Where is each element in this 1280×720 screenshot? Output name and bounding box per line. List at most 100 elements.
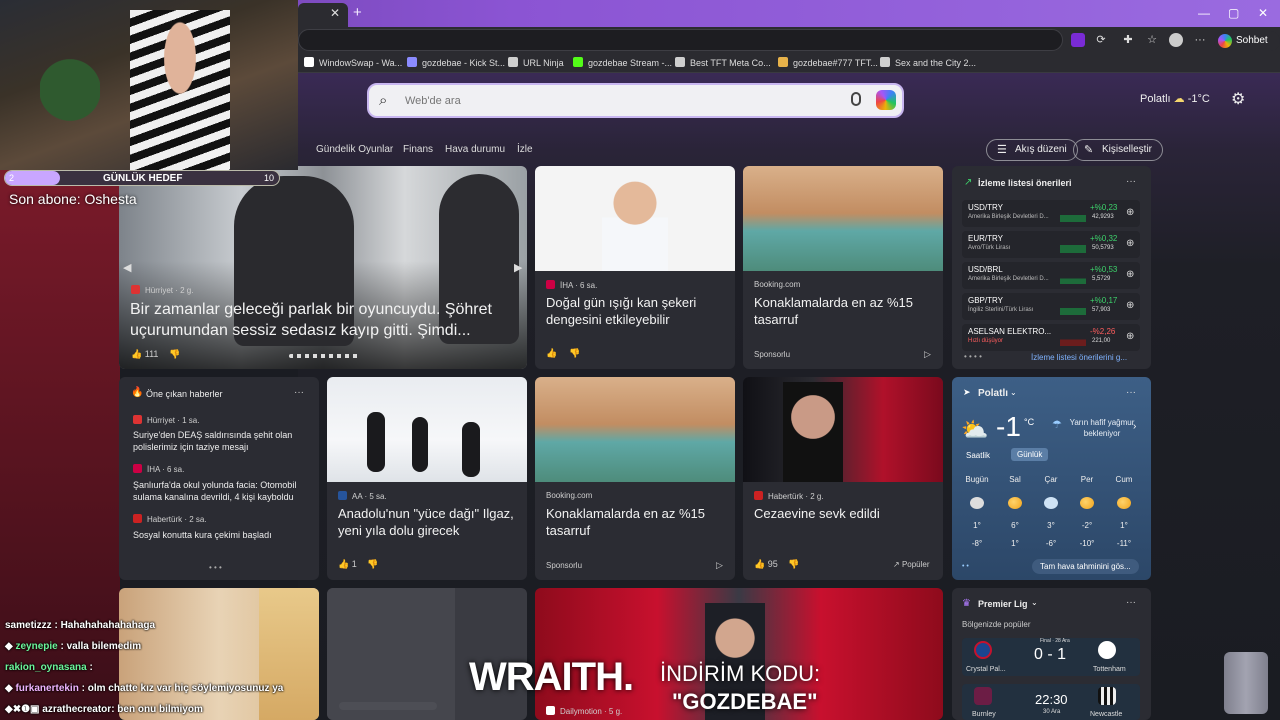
pager-dots[interactable]: • • • bbox=[209, 563, 222, 572]
carousel-prev-icon[interactable]: ◀ bbox=[123, 261, 131, 274]
sponsor-title[interactable]: Konaklamalarda en az %15 tasarruf bbox=[546, 505, 726, 539]
weather-location[interactable]: Polatlı ☁ -1°C bbox=[1140, 92, 1210, 105]
bookmark-item[interactable]: Best TFT Meta Co... bbox=[675, 57, 771, 68]
watchlist-row[interactable]: USD/BRL Amerika Birleşik Devletleri D... +… bbox=[962, 262, 1140, 289]
more-icon[interactable]: ··· bbox=[1126, 597, 1136, 608]
bookmark-item[interactable]: WindowSwap - Wa... bbox=[304, 57, 402, 68]
bookmark-item[interactable]: Sex and the City 2... bbox=[880, 57, 976, 68]
add-icon[interactable]: ⊕ bbox=[1126, 207, 1134, 218]
watchlist-row[interactable]: USD/TRY Amerika Birleşik Devletleri D... +… bbox=[962, 200, 1140, 227]
search-input[interactable] bbox=[405, 92, 825, 110]
news-card[interactable]: İHA · 6 sa. Doğal gün ışığı kan şekeri d… bbox=[535, 166, 735, 369]
extension-icon[interactable] bbox=[1071, 33, 1085, 47]
more-icon[interactable]: ··· bbox=[1126, 387, 1136, 398]
add-icon[interactable]: ⊕ bbox=[1126, 300, 1134, 311]
watchlist-row[interactable]: GBP/TRY İngiliz Sterlini/Türk Lirası +%0,1… bbox=[962, 293, 1140, 320]
hero-likes[interactable]: 👍 111 bbox=[131, 349, 158, 360]
more-icon[interactable]: ··· bbox=[1126, 176, 1136, 187]
thumbs-down-icon[interactable]: 👎 bbox=[788, 559, 799, 570]
carousel-next-icon[interactable]: ▶ bbox=[514, 261, 522, 274]
news-likes[interactable]: 👍 95 bbox=[754, 559, 778, 570]
chevron-right-icon[interactable]: › bbox=[1133, 421, 1136, 432]
active-tab[interactable] bbox=[298, 3, 348, 27]
news-card[interactable]: Habertürk · 2 g. Cezaevine sevk edildi 👍… bbox=[743, 377, 943, 580]
bookmark-item[interactable]: gozdebae#777 TFT... bbox=[778, 57, 878, 68]
bookmark-item[interactable]: gozdebae - Kick St... bbox=[407, 57, 505, 68]
favorites-icon[interactable]: ☆ bbox=[1145, 33, 1159, 47]
play-icon[interactable]: ▷ bbox=[716, 560, 723, 571]
nav-item-watch[interactable]: İzle bbox=[517, 144, 533, 155]
hero-news-card[interactable]: Hürriyet · 2 g. Bir zamanlar geleceği pa… bbox=[119, 166, 527, 369]
web-search-box[interactable]: ⌕ bbox=[367, 83, 904, 118]
hero-source: Hürriyet · 2 g. bbox=[131, 285, 193, 295]
weather-unit: °C bbox=[1024, 417, 1035, 427]
thumbs-down-icon[interactable]: 👎 bbox=[569, 348, 580, 359]
refresh-icon[interactable]: ⟳ bbox=[1094, 33, 1108, 47]
watchlist-row[interactable]: ASELSAN ELEKTRO... Hızlı düşüyor -%2,26 221… bbox=[962, 324, 1140, 351]
headline-item[interactable]: Suriye'den DEAŞ saldırısında şehit olan … bbox=[133, 429, 313, 453]
league-title[interactable]: Premier Lig bbox=[978, 599, 1028, 609]
chevron-down-icon[interactable]: ⌄ bbox=[1031, 598, 1038, 607]
minimize-button[interactable]: — bbox=[1198, 6, 1210, 20]
thumbs-up-icon[interactable]: 👍 bbox=[546, 348, 557, 359]
watchlist-title: İzleme listesi önerileri bbox=[978, 178, 1072, 188]
news-title[interactable]: Doğal gün ışığı kan şekeri dengesini etk… bbox=[546, 294, 726, 328]
bookmark-item[interactable]: gozdebae Stream -... bbox=[573, 57, 672, 68]
thumbs-down-icon[interactable]: 👎 bbox=[169, 349, 180, 360]
more-icon[interactable]: ··· bbox=[294, 387, 304, 398]
feed-layout-button[interactable]: ☰ Akış düzeni bbox=[986, 139, 1078, 161]
close-window-button[interactable]: ✕ bbox=[1258, 6, 1268, 20]
pager-dots[interactable]: • • • • bbox=[964, 352, 982, 361]
tv-image bbox=[743, 377, 943, 482]
news-likes[interactable]: 👍 1 bbox=[338, 559, 357, 570]
news-card[interactable] bbox=[119, 588, 319, 720]
carousel-dots[interactable] bbox=[289, 354, 359, 358]
headline-source: Habertürk · 2 sa. bbox=[133, 514, 207, 524]
nav-item-weather[interactable]: Hava durumu bbox=[445, 144, 505, 155]
news-title[interactable]: Anadolu'nun "yüce dağı" Ilgaz, yeni yıla… bbox=[338, 505, 523, 539]
hero-title[interactable]: Bir zamanlar geleceği parlak bir oyuncuy… bbox=[130, 299, 515, 341]
new-tab-button[interactable]: + bbox=[353, 4, 362, 21]
news-card[interactable]: AA · 5 sa. Anadolu'nun "yüce dağı" Ilgaz… bbox=[327, 377, 527, 580]
gear-icon[interactable]: ⚙ bbox=[1231, 89, 1245, 109]
personalize-label: Kişiselleştir bbox=[1102, 144, 1153, 155]
watchlist-row[interactable]: EUR/TRY Avro/Türk Lirası +%0,32 50,5793 ⊕ bbox=[962, 231, 1140, 258]
burnley-logo-icon bbox=[974, 687, 992, 705]
maximize-button[interactable]: ▢ bbox=[1228, 6, 1239, 20]
chat-username: rakion_oynasana bbox=[5, 662, 87, 673]
hero-likes-count: 111 bbox=[144, 349, 159, 359]
headline-item[interactable]: Sosyal konutta kura çekimi başladı bbox=[133, 529, 313, 541]
forecast-high: 6° bbox=[1011, 521, 1019, 530]
address-bar[interactable] bbox=[298, 29, 1063, 51]
thumbs-down-icon[interactable]: 👎 bbox=[367, 559, 378, 570]
news-title[interactable]: Cezaevine sevk edildi bbox=[754, 505, 934, 522]
tab-daily[interactable]: Günlük bbox=[1011, 448, 1049, 461]
weather-city[interactable]: Polatlı bbox=[978, 388, 1008, 399]
sponsor-title[interactable]: Konaklamalarda en az %15 tasarruf bbox=[754, 294, 934, 328]
tab-hourly[interactable]: Saatlik bbox=[966, 451, 990, 460]
forecast-low: -6° bbox=[1045, 539, 1057, 548]
sponsored-card[interactable]: Booking.com Konaklamalarda en az %15 tas… bbox=[743, 166, 943, 369]
tab-close-icon[interactable]: ✕ bbox=[330, 6, 340, 20]
watchlist-more-link[interactable]: İzleme listesi önerilerini g... bbox=[1031, 353, 1127, 362]
nav-item-games[interactable]: Gündelik Oyunlar bbox=[316, 144, 393, 155]
play-icon[interactable]: ▷ bbox=[924, 349, 931, 360]
sponsored-card[interactable]: Booking.com Konaklamalarda en az %15 tas… bbox=[535, 377, 735, 580]
puzzle-icon[interactable]: ✚ bbox=[1121, 33, 1135, 47]
pager-dots[interactable]: • • bbox=[962, 563, 969, 570]
nav-item-finance[interactable]: Finans bbox=[403, 144, 433, 155]
personalize-button[interactable]: ✎ Kişiselleştir bbox=[1073, 139, 1164, 161]
microphone-icon[interactable] bbox=[851, 92, 861, 106]
football-card[interactable]: ♛ Premier Lig ⌄ ··· Bölgenizde popüler C… bbox=[952, 588, 1151, 720]
add-icon[interactable]: ⊕ bbox=[1126, 238, 1134, 249]
copilot-icon[interactable] bbox=[876, 90, 896, 110]
profile-avatar[interactable] bbox=[1169, 33, 1183, 47]
copilot-chat-button[interactable]: Sohbet et bbox=[1214, 31, 1280, 66]
headline-item[interactable]: Şanlıurfa'da okul yolunda facia: Otomobi… bbox=[133, 479, 313, 503]
more-menu-icon[interactable]: ··· bbox=[1193, 33, 1207, 47]
chevron-down-icon[interactable]: ⌄ bbox=[1010, 388, 1017, 397]
add-icon[interactable]: ⊕ bbox=[1126, 269, 1134, 280]
full-forecast-button[interactable]: Tam hava tahminini gös... bbox=[1032, 559, 1139, 574]
bookmark-item[interactable]: URL Ninja bbox=[508, 57, 564, 68]
add-icon[interactable]: ⊕ bbox=[1126, 331, 1134, 342]
